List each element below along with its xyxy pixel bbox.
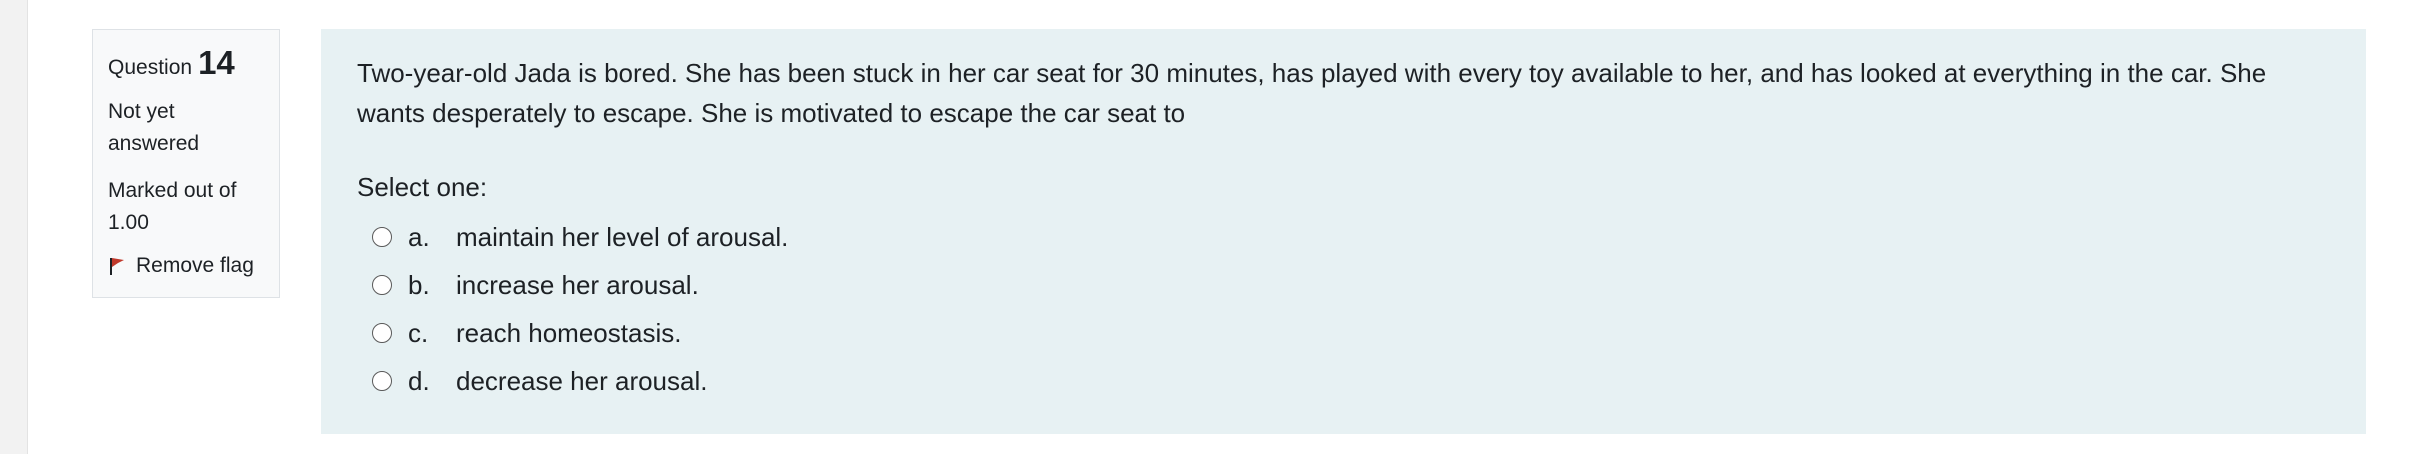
page: Question 14 Not yet answered Marked out … (27, 0, 2422, 454)
question-label: Question (108, 56, 193, 79)
remove-flag-label: Remove flag (136, 254, 254, 277)
answer-option-b[interactable]: b. increase her arousal. (357, 261, 2330, 309)
answer-text[interactable]: decrease her arousal. (456, 366, 707, 397)
question-grade: Marked out of 1.00 (108, 179, 237, 234)
answer-letter: b. (408, 269, 430, 300)
select-one-prompt: Select one: (357, 172, 488, 202)
answer-letter: d. (408, 365, 430, 396)
radio-button[interactable] (372, 323, 392, 343)
answer-option-a[interactable]: a. maintain her level of arousal. (357, 213, 2330, 261)
remove-flag-button[interactable]: Remove flag (108, 254, 279, 278)
answer-list: a. maintain her level of arousal. b. inc… (357, 213, 2330, 405)
radio-button[interactable] (372, 371, 392, 391)
answer-option-c[interactable]: c. reach homeostasis. (357, 309, 2330, 357)
answer-letter: c. (408, 317, 429, 348)
radio-button[interactable] (372, 275, 392, 295)
question-text: Two-year-old Jada is bored. She has been… (357, 58, 2267, 128)
answer-option-d[interactable]: d. decrease her arousal. (357, 357, 2330, 405)
question-number-line: Question 14 (108, 44, 279, 82)
answer-text[interactable]: reach homeostasis. (456, 318, 681, 349)
question-number: 14 (198, 44, 235, 81)
answer-text[interactable]: maintain her level of arousal. (456, 222, 788, 253)
question-content: Two-year-old Jada is bored. She has been… (321, 29, 2366, 434)
answer-text[interactable]: increase her arousal. (456, 270, 699, 301)
question-info-panel: Question 14 Not yet answered Marked out … (92, 29, 280, 298)
radio-button[interactable] (372, 227, 392, 247)
answer-letter: a. (408, 221, 430, 252)
flag-icon (108, 256, 126, 276)
question-state: Not yet answered (108, 100, 200, 155)
